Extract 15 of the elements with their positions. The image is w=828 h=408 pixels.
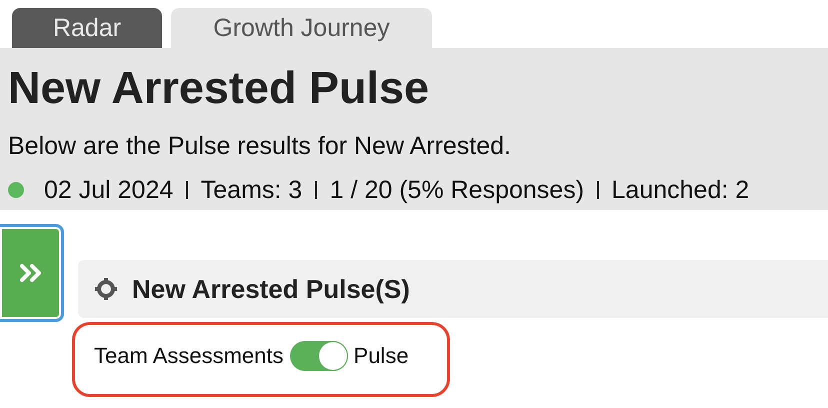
gear-icon: [94, 277, 118, 301]
toggle-label: Pulse: [354, 342, 409, 368]
meta-text: Launched: 2: [612, 178, 750, 202]
expand-button[interactable]: [0, 224, 64, 322]
double-chevron-icon: [20, 263, 42, 283]
meta-text: 02 Jul 2024: [44, 178, 174, 202]
meta-text: 1 / 20 (5% Responses): [330, 178, 584, 202]
tab[interactable]: Radar: [12, 8, 162, 48]
toggle-label: Team Assessments: [94, 342, 284, 368]
section-title: New Arrested Pulse(S): [132, 274, 410, 304]
meta-text: Teams: 3: [200, 178, 302, 202]
page-description: Below are the Pulse results for New Arrested.: [8, 134, 512, 158]
tab[interactable]: Growth Journey: [171, 8, 432, 48]
toggle-switch[interactable]: [290, 340, 348, 370]
page-title: New Arrested Pulse: [8, 64, 430, 112]
